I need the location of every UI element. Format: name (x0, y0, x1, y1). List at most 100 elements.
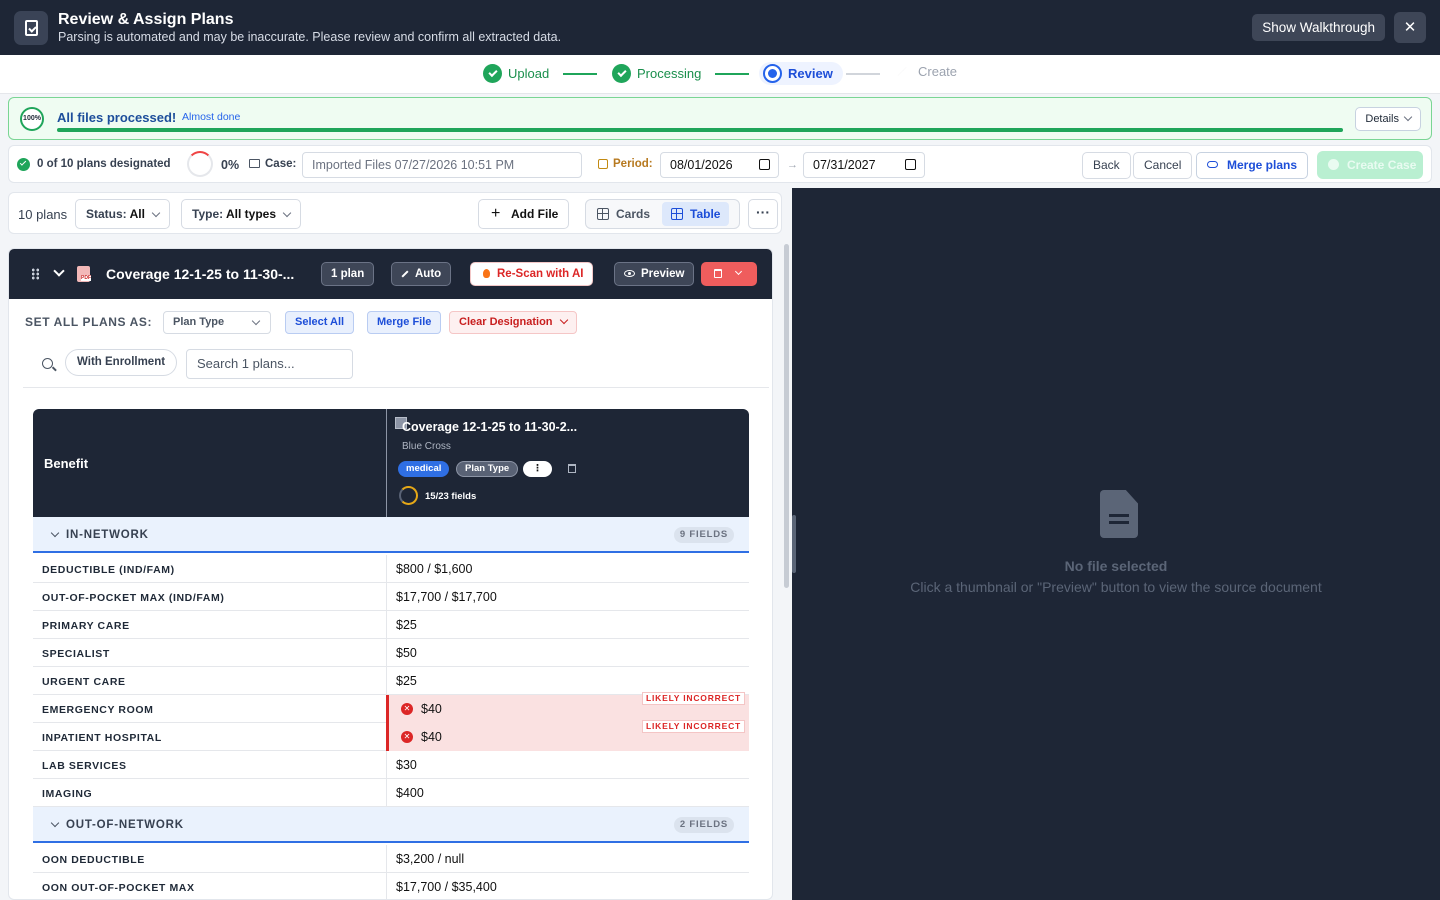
select-all-button[interactable]: Select All (285, 311, 355, 334)
period-start-input[interactable]: 08/01/2026 (660, 152, 779, 178)
benefit-value[interactable]: $17,700 / $35,400 (396, 880, 497, 894)
step-label: Create (918, 64, 958, 79)
trash-icon[interactable] (568, 464, 576, 473)
merge-plans-button[interactable]: Merge plans (1196, 152, 1309, 179)
cards-view-button[interactable]: Cards (588, 202, 659, 226)
document-viewer: No file selected Click a thumbnail or "P… (792, 188, 1440, 900)
auto-button[interactable]: Auto (391, 262, 452, 286)
rescan-ai-button[interactable]: Re-Scan with AI (470, 262, 594, 286)
merge-file-button[interactable]: Merge File (367, 311, 442, 334)
benefit-value[interactable]: $800 / $1,600 (396, 562, 472, 576)
preview-button[interactable]: Preview (614, 262, 695, 286)
benefit-value[interactable]: $40 (421, 702, 442, 716)
table-label: Table (690, 207, 721, 221)
column-divider (386, 409, 387, 517)
calendar-icon (598, 159, 608, 169)
scrollbar[interactable] (784, 244, 789, 588)
more-options-button[interactable]: ··· (748, 199, 778, 229)
period-end-input[interactable]: 07/31/2027 (803, 152, 925, 178)
delete-menu-button[interactable] (701, 262, 757, 286)
section-in-network[interactable]: IN-NETWORK 9 FIELDS (33, 517, 749, 553)
empty-state-title: No file selected (1064, 558, 1168, 574)
table-view-button[interactable]: Table (662, 202, 730, 226)
section-name: OUT-OF-NETWORK (66, 819, 184, 831)
type-filter[interactable]: Type: All types (181, 199, 302, 229)
table-row: OON OUT-OF-POCKET MAX $17,700 / $35,400 (33, 873, 749, 899)
clear-designation-button[interactable]: Clear Designation (449, 311, 577, 334)
benefit-value[interactable]: $25 (396, 674, 417, 688)
progress-bar (57, 128, 1343, 132)
banner-title: All files processed! (57, 110, 177, 125)
benefit-label: URGENT CARE (42, 676, 126, 688)
step-label: Processing (637, 66, 702, 81)
plan-type-tag[interactable]: Plan Type (456, 461, 519, 477)
status-filter[interactable]: Status: All (75, 199, 170, 229)
section-field-count: 2 FIELDS (673, 817, 734, 833)
check-circle-icon (17, 158, 30, 171)
table-row: DEDUCTIBLE (IND/FAM) $800 / $1,600 (33, 555, 749, 583)
benefit-column-header: Benefit (44, 456, 89, 471)
benefit-value[interactable]: $40 (421, 730, 442, 744)
chevron-down-icon[interactable] (53, 265, 65, 277)
designated-count: 0 of 10 plans designated (37, 158, 171, 170)
plan-type-select[interactable]: Plan Type (163, 311, 271, 334)
page-title: Review & Assign Plans (58, 11, 234, 28)
benefit-value[interactable]: $30 (396, 758, 417, 772)
benefit-value[interactable]: $400 (396, 786, 424, 800)
filter-bar: 10 plans Status: All Type: All types + Ad… (8, 192, 782, 234)
cancel-button[interactable]: Cancel (1133, 152, 1193, 179)
file-card-header: Coverage 12-1-25 to 11-30-... 1 plan Aut… (9, 249, 772, 299)
benefit-label: OON OUT-OF-POCKET MAX (42, 882, 195, 894)
auto-label: Auto (415, 268, 442, 280)
chevron-down-icon (251, 316, 261, 326)
benefit-value[interactable]: $25 (396, 618, 417, 632)
benefit-value[interactable]: $50 (396, 646, 417, 660)
panel-resize-handle[interactable] (792, 515, 796, 573)
calendar-icon[interactable] (759, 159, 770, 170)
trash-icon (714, 269, 722, 278)
add-file-button[interactable]: + Add File (478, 199, 570, 229)
benefit-value[interactable]: $3,200 / null (396, 852, 464, 866)
with-enrollment-filter[interactable]: With Enrollment (65, 349, 178, 376)
step-connector (715, 73, 749, 75)
details-label: Details (1365, 113, 1399, 125)
case-label: Case: (265, 158, 297, 170)
progress-spinner (187, 151, 213, 177)
file-title: Coverage 12-1-25 to 11-30-... (106, 266, 295, 282)
table-header: Benefit Coverage 12-1-25 to 11-30-2... B… (33, 409, 749, 517)
progress-ring: 100% (20, 107, 44, 131)
details-button[interactable]: Details (1355, 107, 1421, 131)
section-out-of-network[interactable]: OUT-OF-NETWORK 2 FIELDS (33, 807, 749, 843)
show-walkthrough-button[interactable]: Show Walkthrough (1252, 14, 1385, 41)
cards-label: Cards (616, 207, 651, 221)
benefit-label: EMERGENCY ROOM (42, 704, 154, 716)
arrow-right-icon: → (787, 159, 798, 171)
plan-category-tag[interactable]: medical (398, 461, 450, 477)
benefit-value[interactable]: $17,700 / $17,700 (396, 590, 497, 604)
chevron-down-icon (50, 818, 60, 828)
plan-search-input[interactable]: Search 1 plans... (186, 349, 353, 379)
period-end-value: 07/31/2027 (813, 158, 876, 172)
progress-stepper: Upload Processing Review Create (0, 55, 1440, 94)
chevron-down-icon (734, 267, 743, 276)
plan-menu-button[interactable]: ⋮ (523, 461, 552, 477)
back-button[interactable]: Back (1082, 152, 1131, 179)
view-toggle: Cards Table (585, 199, 740, 229)
plan-name: Coverage 12-1-25 to 11-30-2... (402, 420, 578, 434)
close-button[interactable]: ✕ (1394, 12, 1426, 43)
eye-icon (624, 270, 635, 278)
case-name-input[interactable]: Imported Files 07/27/2026 10:51 PM (302, 152, 582, 178)
step-label: Review (788, 66, 833, 81)
add-file-label: Add File (511, 207, 559, 221)
drag-handle-icon[interactable] (31, 268, 40, 280)
calendar-icon[interactable] (905, 159, 916, 170)
table-row: OUT-OF-POCKET MAX (IND/FAM) $17,700 / $17… (33, 583, 749, 611)
fields-count: 15/23 fields (425, 491, 477, 502)
chevron-down-icon (559, 315, 568, 325)
table-row: INPATIENT HOSPITAL ✕ $40 LIKELY INCORRECT (33, 720, 749, 751)
table-icon (671, 208, 683, 220)
step-upload: Upload (483, 64, 549, 83)
table-row: OON DEDUCTIBLE $3,200 / null (33, 845, 749, 873)
check-circle-icon (612, 64, 631, 83)
create-case-button[interactable]: Create Case (1317, 151, 1423, 179)
